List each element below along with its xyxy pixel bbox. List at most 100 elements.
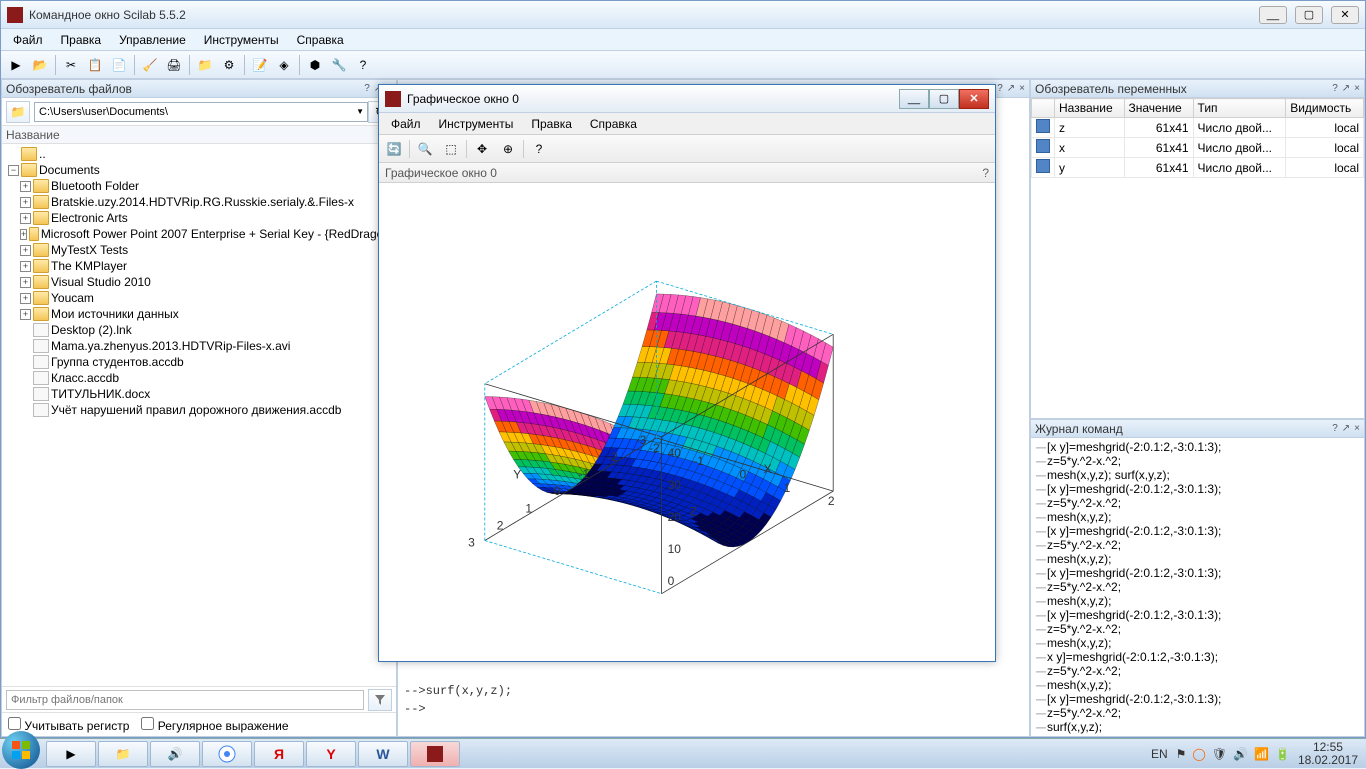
config-button[interactable]: ⚙	[218, 54, 240, 76]
graph-menu-tools[interactable]: Инструменты	[431, 115, 522, 133]
clock[interactable]: 12:55 18.02.2017	[1298, 741, 1358, 767]
graphics-window[interactable]: Графическое окно 0 __ ▢ ✕ Файл Инструмен…	[378, 84, 996, 662]
graph-canvas[interactable]: -2-1012-3-2-10123010203040XYZ	[379, 183, 995, 661]
menu-file[interactable]: Файл	[5, 31, 51, 49]
zoom-box-icon[interactable]: ⬚	[440, 138, 462, 160]
panel-undock-icon[interactable]: ↗	[1007, 83, 1015, 94]
tray-signal-icon[interactable]: 📶	[1254, 747, 1269, 761]
history-line[interactable]: z=5*y.^2-x.^2;	[1035, 538, 1360, 552]
paste-button[interactable]: 📄	[108, 54, 130, 76]
graph-menu-edit[interactable]: Правка	[523, 115, 580, 133]
atoms-button[interactable]: ⬢	[304, 54, 326, 76]
xcos-button[interactable]: ◈	[273, 54, 295, 76]
menu-tools[interactable]: Инструменты	[196, 31, 287, 49]
col-value[interactable]: Значение	[1124, 99, 1193, 118]
history-line[interactable]: [x y]=meshgrid(-2:0.1:2,-3:0.1:3);	[1035, 566, 1360, 580]
run-button[interactable]: ▶	[5, 54, 27, 76]
name-column[interactable]: Название	[6, 128, 60, 142]
case-checkbox[interactable]: Учитывать регистр	[8, 717, 129, 733]
folder-item[interactable]: +Мои источники данных	[4, 306, 394, 322]
file-item[interactable]: Desktop (2).lnk	[4, 322, 394, 338]
open-button[interactable]: 📂	[29, 54, 51, 76]
regex-checkbox[interactable]: Регулярное выражение	[141, 717, 288, 733]
tb-app-yandex[interactable]: Я	[254, 741, 304, 767]
scinotes-button[interactable]: 📝	[249, 54, 271, 76]
tb-app-word[interactable]: W	[358, 741, 408, 767]
tb-app-scilab[interactable]	[410, 741, 460, 767]
panel-close-icon[interactable]: ×	[1019, 83, 1025, 94]
graph-menu-file[interactable]: Файл	[383, 115, 429, 133]
command-history[interactable]: [x y]=meshgrid(-2:0.1:2,-3:0.1:3);z=5*y.…	[1031, 438, 1364, 736]
panel-help-icon[interactable]: ?	[997, 83, 1003, 94]
tray-shield-icon[interactable]: 🛡	[1212, 747, 1227, 761]
variable-row[interactable]: y61x41Число двой...local	[1032, 158, 1364, 178]
panel-close-icon[interactable]: ×	[1354, 423, 1360, 434]
variable-table[interactable]: Название Значение Тип Видимость z61x41Чи…	[1031, 98, 1364, 418]
lang-indicator[interactable]: EN	[1151, 747, 1168, 761]
path-input[interactable]	[34, 102, 368, 122]
file-item[interactable]: Учёт нарушений правил дорожного движения…	[4, 402, 394, 418]
col-name[interactable]: Название	[1055, 99, 1125, 118]
tb-app-chrome[interactable]	[202, 741, 252, 767]
variable-row[interactable]: x61x41Число двой...local	[1032, 138, 1364, 158]
up-folder-button[interactable]: 📁	[6, 101, 30, 123]
start-button[interactable]	[2, 731, 40, 769]
panel-help-icon[interactable]: ?	[364, 83, 370, 94]
filter-button[interactable]	[368, 689, 392, 711]
folder-item[interactable]: +The KMPlayer	[4, 258, 394, 274]
history-line[interactable]: mesh(x,y,z);	[1035, 636, 1360, 650]
cd-button[interactable]: 📁	[194, 54, 216, 76]
tray-battery-icon[interactable]: 🔋	[1275, 747, 1290, 761]
panel-undock-icon[interactable]: ↗	[1342, 423, 1350, 434]
history-line[interactable]: mesh(x,y,z);	[1035, 552, 1360, 566]
folder-item[interactable]: +Visual Studio 2010	[4, 274, 394, 290]
history-line[interactable]: z=5*y.^2-x.^2;	[1035, 622, 1360, 636]
history-line[interactable]: [x y]=meshgrid(-2:0.1:2,-3:0.1:3);	[1035, 440, 1360, 454]
graph-maximize-button[interactable]: ▢	[929, 89, 959, 109]
panel-close-icon[interactable]: ×	[1354, 83, 1360, 94]
close-button[interactable]: ✕	[1331, 6, 1359, 24]
copy-button[interactable]: 📋	[84, 54, 106, 76]
menu-control[interactable]: Управление	[111, 31, 194, 49]
tb-app-explorer[interactable]: 📁	[98, 741, 148, 767]
demos-button[interactable]: 🔧	[328, 54, 350, 76]
col-visibility[interactable]: Видимость	[1286, 99, 1364, 118]
history-line[interactable]: mesh(x,y,z); surf(x,y,z);	[1035, 468, 1360, 482]
cut-button[interactable]: ✂	[60, 54, 82, 76]
history-line[interactable]: z=5*y.^2-x.^2;	[1035, 580, 1360, 594]
panel-help-icon[interactable]: ?	[1332, 423, 1338, 434]
history-line[interactable]: z=5*y.^2-x.^2;	[1035, 706, 1360, 720]
maximize-button[interactable]: ▢	[1295, 6, 1323, 24]
folder-item[interactable]: +Youcam	[4, 290, 394, 306]
file-item[interactable]: ТИТУЛЬНИК.docx	[4, 386, 394, 402]
tray-icons[interactable]: ⚑ ◯ 🛡 🔊 📶 🔋	[1176, 747, 1290, 761]
graph-sub-help[interactable]: ?	[982, 166, 989, 180]
history-line[interactable]: mesh(x,y,z);	[1035, 594, 1360, 608]
menu-help[interactable]: Справка	[289, 31, 352, 49]
print-button[interactable]: 🖨	[163, 54, 185, 76]
panel-undock-icon[interactable]: ↗	[1342, 83, 1350, 94]
file-item[interactable]: Mama.ya.zhenyus.2013.HDTVRip-Files-x.avi	[4, 338, 394, 354]
history-line[interactable]: [x y]=meshgrid(-2:0.1:2,-3:0.1:3);	[1035, 692, 1360, 706]
history-line[interactable]: [x y]=meshgrid(-2:0.1:2,-3:0.1:3);	[1035, 482, 1360, 496]
pan-icon[interactable]: ✥	[471, 138, 493, 160]
variable-row[interactable]: z61x41Число двой...local	[1032, 118, 1364, 138]
help-button[interactable]: ?	[352, 54, 374, 76]
folder-item[interactable]: +Electronic Arts	[4, 210, 394, 226]
history-line[interactable]: surf(x,y,z);	[1035, 720, 1360, 734]
graph-minimize-button[interactable]: __	[899, 89, 929, 109]
history-line[interactable]: z=5*y.^2-x.^2;	[1035, 664, 1360, 678]
graph-menu-help[interactable]: Справка	[582, 115, 645, 133]
history-line[interactable]: x y]=meshgrid(-2:0.1:2,-3:0.1:3);	[1035, 650, 1360, 664]
filter-input[interactable]	[6, 690, 364, 710]
tb-app-sound[interactable]: 🔊	[150, 741, 200, 767]
tb-app-wmp[interactable]: ▶	[46, 741, 96, 767]
history-line[interactable]: mesh(x,y,z);	[1035, 678, 1360, 692]
clear-button[interactable]: 🧹	[139, 54, 161, 76]
history-line[interactable]: z=5*y.^2-x.^2;	[1035, 454, 1360, 468]
file-item[interactable]: Класс.accdb	[4, 370, 394, 386]
history-line[interactable]: [x y]=meshgrid(-2:0.1:2,-3:0.1:3);	[1035, 608, 1360, 622]
tray-flag-icon[interactable]: ⚑	[1176, 747, 1187, 761]
tb-app-yandex2[interactable]: Y	[306, 741, 356, 767]
datatip-icon[interactable]: ⊕	[497, 138, 519, 160]
